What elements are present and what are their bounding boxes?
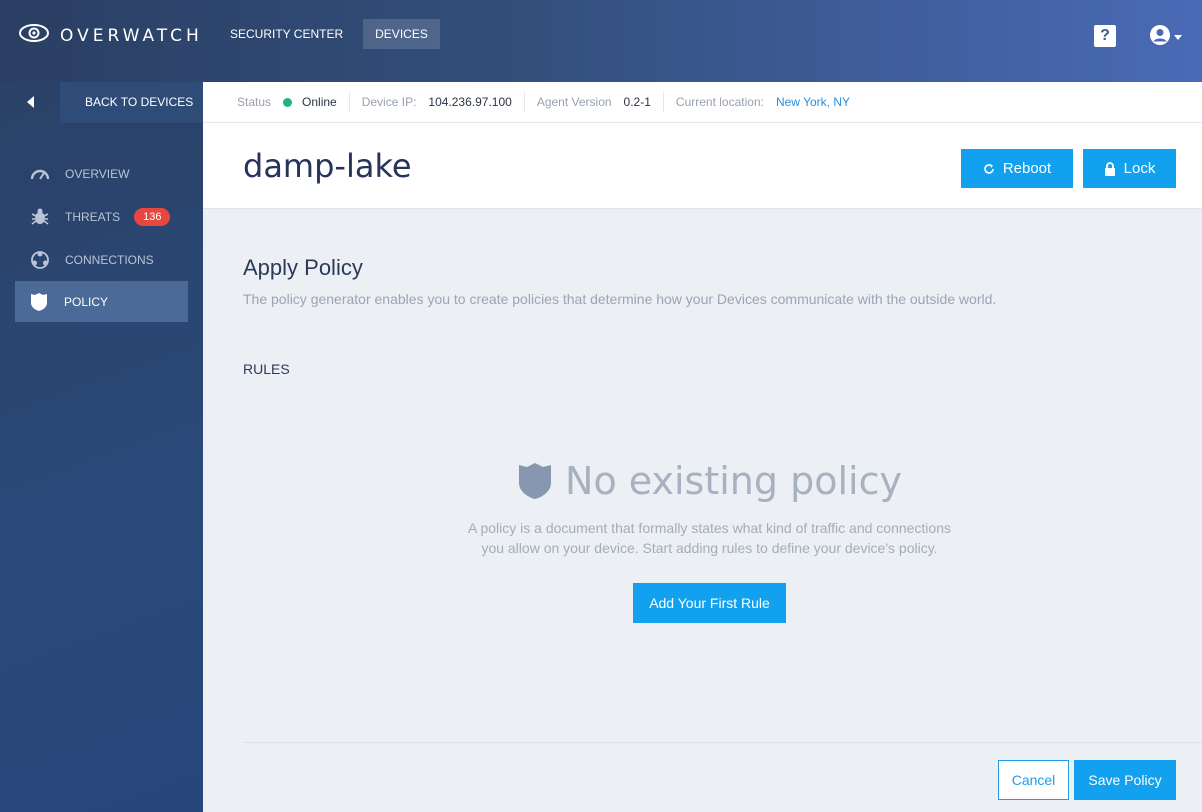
device-info-bar: Status Online Device IP: 104.236.97.100 …: [203, 82, 1202, 123]
add-first-rule-button[interactable]: Add Your First Rule: [633, 583, 786, 623]
user-icon: [1149, 24, 1171, 51]
gauge-icon: [29, 163, 51, 185]
sidebar-item-connections[interactable]: CONNECTIONS: [15, 239, 188, 280]
shield-icon: [28, 291, 50, 313]
empty-state-title-text: No existing policy: [565, 459, 902, 503]
reboot-label: Reboot: [1002, 160, 1052, 177]
shield-icon: [517, 461, 565, 501]
empty-state-description: A policy is a document that formally sta…: [430, 518, 990, 558]
back-row: BACK TO DEVICES: [0, 82, 203, 123]
status-group: Status Online: [203, 92, 350, 112]
empty-state: No existing policy A policy is a documen…: [203, 459, 1202, 558]
reboot-button[interactable]: Reboot: [961, 149, 1073, 188]
chevron-down-icon: [1174, 35, 1182, 40]
status-label: Status: [237, 95, 272, 109]
sidebar-item-policy[interactable]: POLICY: [15, 281, 188, 322]
ip-group: Device IP: 104.236.97.100: [350, 92, 525, 112]
threats-count-badge: 136: [134, 207, 171, 226]
ip-label: Device IP:: [361, 95, 417, 109]
nav-security-center[interactable]: SECURITY CENTER: [218, 19, 355, 49]
nav-devices[interactable]: DEVICES: [363, 19, 440, 49]
user-menu-button[interactable]: [1149, 24, 1182, 51]
sidebar-item-threats[interactable]: THREATS 136: [15, 196, 188, 237]
device-header: damp-lake Reboot Lock: [203, 123, 1202, 209]
section-description: The policy generator enables you to crea…: [243, 291, 997, 307]
sidebar-item-label: THREATS: [65, 209, 121, 224]
footer-divider: [243, 742, 1202, 743]
rules-heading: RULES: [243, 361, 290, 377]
bug-icon: [29, 206, 51, 228]
app-name: OVERWATCH: [60, 25, 203, 46]
policy-content: Apply Policy The policy generator enable…: [203, 209, 1202, 812]
sidebar-item-overview[interactable]: OVERVIEW: [15, 153, 188, 194]
location-label: Current location:: [675, 95, 764, 109]
page-title: damp-lake: [243, 147, 412, 185]
cancel-button[interactable]: Cancel: [998, 760, 1069, 800]
empty-state-title: No existing policy: [517, 459, 902, 503]
top-bar: OVERWATCH SECURITY CENTER DEVICES ?: [0, 0, 1202, 82]
status-dot-icon: [283, 97, 293, 107]
sidebar-item-label: OVERVIEW: [65, 166, 130, 181]
empty-desc-line-1: A policy is a document that formally sta…: [468, 520, 951, 536]
empty-desc-line-2: you allow on your device. Start adding r…: [481, 540, 938, 556]
help-button[interactable]: ?: [1094, 25, 1116, 47]
lock-icon: [1104, 161, 1124, 176]
section-title: Apply Policy: [243, 255, 363, 280]
lock-button[interactable]: Lock: [1083, 149, 1176, 188]
location-link[interactable]: New York, NY: [776, 95, 850, 109]
refresh-icon: [983, 163, 1003, 175]
top-nav: SECURITY CENTER DEVICES: [218, 19, 448, 49]
save-policy-button[interactable]: Save Policy: [1074, 760, 1176, 800]
back-to-devices-button[interactable]: BACK TO DEVICES: [60, 82, 203, 123]
location-group: Current location: New York, NY: [664, 92, 862, 112]
network-icon: [29, 249, 51, 271]
agent-version-label: Agent Version: [536, 95, 612, 109]
agent-group: Agent Version 0.2-1: [525, 92, 664, 112]
lock-label: Lock: [1123, 160, 1156, 177]
back-arrow-icon[interactable]: [0, 82, 60, 123]
sidebar-item-label: POLICY: [64, 294, 109, 309]
sidebar-item-label: CONNECTIONS: [65, 252, 154, 267]
status-value: Online: [302, 95, 337, 109]
logo[interactable]: OVERWATCH: [18, 22, 203, 49]
agent-version-value: 0.2-1: [623, 95, 651, 109]
eye-icon: [18, 22, 50, 49]
ip-value: 104.236.97.100: [428, 95, 512, 109]
sidebar: BACK TO DEVICES OVERVIEW THREATS 136 CON…: [0, 82, 203, 812]
